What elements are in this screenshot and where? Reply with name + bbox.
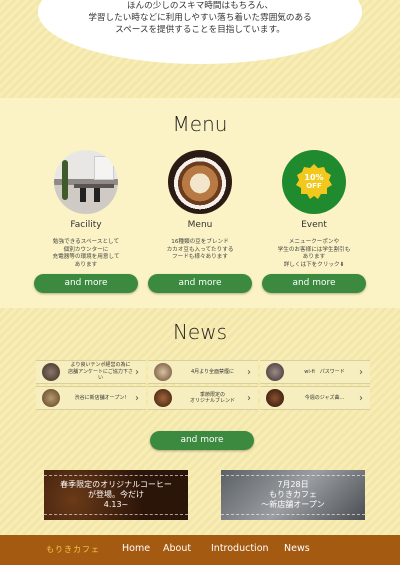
news-line: 今週のジャズ曲... — [304, 394, 345, 401]
footer-link-news[interactable]: News — [284, 543, 310, 554]
menu-label-facility: Facility — [70, 220, 102, 230]
footer-logo[interactable]: もりきカフェ — [46, 544, 100, 555]
menu-card-menu: Menu 16種類の豆をブレンド カカオ豆も入ってたりする フードも様々あります — [140, 150, 260, 262]
desc-line: 充電器等の環境を用意して — [52, 254, 120, 261]
news-line: 4月より全面禁煙に — [190, 368, 235, 375]
desc-line: 16種類の豆をブレンド — [171, 239, 229, 245]
spring-coffee-banner[interactable]: 春季限定のオリジナルコーヒー が登場。今だけ 4.13~ — [44, 470, 188, 520]
intro-line: ほんの少しのスキマ時間はもちろん、 — [126, 1, 274, 11]
news-item[interactable]: 季節限定の オリジナルブレンド › — [148, 386, 258, 410]
chevron-right-icon: › — [359, 392, 363, 404]
banner-line: 春季限定のオリジナルコーヒー — [60, 480, 172, 489]
menu-section: Menu Facility 勉強できるスペースとして 個別カウンターに 充電器等… — [0, 98, 400, 308]
dashed-line — [44, 475, 188, 476]
intro-line: 学習したい時などに利用しやすい落ち着いた雰囲気のある — [88, 13, 312, 23]
desc-line: 勉強できるスペースとして — [52, 239, 120, 245]
footer: もりきカフェ Home About Introduction News — [0, 535, 400, 565]
news-item[interactable]: 渋谷に新店舗オープン! › — [36, 386, 146, 410]
news-thumb-icon — [42, 363, 60, 381]
news-title: News — [172, 320, 228, 344]
chevron-right-icon: › — [247, 392, 251, 404]
desc-line: フードも様々あります — [172, 254, 228, 261]
banner-line: が登場。今だけ — [88, 490, 144, 499]
news-line: 店舗アンケートにご協力下さい — [68, 368, 133, 382]
news-item[interactable]: 今週のジャズ曲... › — [260, 386, 370, 410]
menu-label-event: Event — [301, 220, 327, 230]
desc-line: あります — [74, 261, 98, 268]
banner-line: 〜新店舗オープン — [261, 500, 325, 509]
intro-bubble: ほんの少しのスキマ時間はもちろん、 学習したい時などに利用しやすい落ち着いた雰囲… — [38, 0, 362, 64]
chevron-right-icon: › — [247, 366, 251, 378]
news-item[interactable]: 4月より全面禁煙に › — [148, 360, 258, 384]
footer-link-home[interactable]: Home — [122, 543, 150, 554]
news-line: 渋谷に新店舗オープン! — [74, 394, 127, 401]
news-text: 4月より全面禁煙に — [178, 369, 247, 375]
intro-line: スペースを提供することを目指しています。 — [115, 25, 285, 35]
news-line: wi-fi パスワード — [304, 368, 345, 375]
news-item[interactable]: wi-fi パスワード › — [260, 360, 370, 384]
footer-link-introduction[interactable]: Introduction — [211, 543, 269, 554]
news-text: 今週のジャズ曲... — [290, 395, 359, 401]
discount-badge-icon: 10% OFF — [282, 150, 346, 214]
menu-desc-facility: 勉強できるスペースとして 個別カウンターに 充電器等の環境を用意して あります — [26, 239, 146, 269]
event-more-button[interactable]: and more — [262, 274, 366, 293]
news-thumb-icon — [266, 363, 284, 381]
menu-title: Menu — [172, 112, 228, 136]
news-line: オリジナルブレンド — [189, 398, 235, 404]
menu-card-facility: Facility 勉強できるスペースとして 個別カウンターに 充電器等の環境を用… — [26, 150, 146, 269]
news-text: wi-fi パスワード — [290, 369, 359, 375]
news-line: より良いテンポ経営の為に — [70, 362, 131, 369]
menu-card-event: 10% OFF Event メニュークーポンや 学生のお客様には学生割引も あり… — [254, 150, 374, 269]
news-item[interactable]: より良いテンポ経営の為に 店舗アンケートにご協力下さい › — [36, 360, 146, 384]
desc-line: 詳しくは下をクリック⬇ — [283, 261, 345, 268]
news-thumb-icon — [154, 389, 172, 407]
news-text: 渋谷に新店舗オープン! — [66, 395, 135, 401]
chevron-right-icon: › — [359, 366, 363, 378]
menu-desc-menu: 16種類の豆をブレンド カカオ豆も入ってたりする フードも様々あります — [140, 239, 260, 262]
chevron-right-icon: › — [135, 392, 139, 404]
menu-more-button[interactable]: and more — [148, 274, 252, 293]
news-thumb-icon — [154, 363, 172, 381]
new-store-banner[interactable]: 7月28日 もりきカフェ 〜新店舗オープン — [221, 470, 365, 520]
banner-line: 4.13~ — [103, 500, 129, 509]
news-text: より良いテンポ経営の為に 店舗アンケートにご協力下さい — [66, 362, 135, 381]
banner-line: 7月28日 — [277, 480, 309, 489]
menu-label-menu: Menu — [187, 220, 213, 230]
menu-desc-event: メニュークーポンや 学生のお客様には学生割引も あります 詳しくは下をクリック⬇ — [254, 239, 374, 269]
desc-line: メニュークーポンや — [288, 239, 340, 245]
dashed-line — [44, 514, 188, 515]
latte-photo-icon — [168, 150, 232, 214]
chevron-right-icon: › — [135, 366, 139, 378]
footer-link-about[interactable]: About — [163, 543, 191, 554]
news-thumb-icon — [42, 389, 60, 407]
badge-percent: 10% — [304, 173, 324, 182]
badge-off: OFF — [306, 182, 322, 190]
dashed-line — [221, 514, 365, 515]
facility-more-button[interactable]: and more — [34, 274, 138, 293]
banner-line: もりきカフェ — [269, 490, 317, 499]
news-text: 季節限定の オリジナルブレンド — [178, 392, 247, 405]
news-more-button[interactable]: and more — [150, 431, 254, 450]
facility-photo-icon — [54, 150, 118, 214]
desc-line: あります — [302, 254, 326, 261]
dashed-line — [221, 475, 365, 476]
news-thumb-icon — [266, 389, 284, 407]
